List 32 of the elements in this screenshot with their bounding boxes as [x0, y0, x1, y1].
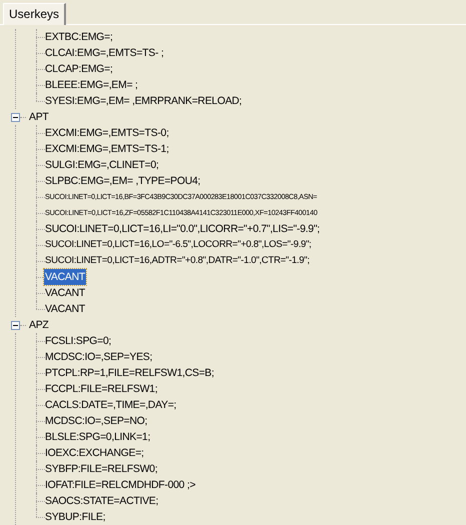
tree-item[interactable]: VACANT — [44, 285, 86, 301]
collapse-icon[interactable] — [11, 320, 20, 330]
tree-item[interactable]: IOEXC:EXCHANGE=; — [44, 445, 145, 461]
tree-item[interactable]: CACLS:DATE=,TIME=,DAY=; — [44, 397, 178, 413]
tree-item[interactable]: VACANT — [44, 301, 86, 317]
tree-item[interactable]: BLSLE:SPG=0,LINK=1; — [44, 429, 152, 445]
tree-item[interactable]: SUCOI:LINET=0,LICT=16,LI="0.0",LICORR="+0.7",LIS="-9.9"; — [44, 221, 321, 237]
tree-item[interactable]: MCDSC:IO=,SEP=YES; — [44, 349, 154, 365]
tree-item[interactable]: SYBUP:FILE; — [44, 509, 106, 525]
collapse-icon[interactable] — [11, 112, 20, 122]
tree-item[interactable]: SULGI:EMG=,CLINET=0; — [44, 157, 160, 173]
tree-item[interactable]: SUCOI:LINET=0,LICT=16,ADTR="+0.8",DATR="-1.0",CTR="-1.9"; — [44, 253, 310, 269]
tree-item[interactable]: EXTBC:EMG=; — [44, 29, 114, 45]
tree-item[interactable]: SUCOI:LINET=0,LICT=16,LO="-6.5",LOCORR="+0.8",LOS="-9.9"; — [44, 237, 312, 253]
tree-item[interactable]: CLCAI:EMG=,EMTS=TS- ; — [44, 45, 165, 61]
tree-item[interactable]: EXCMI:EMG=,EMTS=TS-1; — [44, 141, 170, 157]
tree-item[interactable]: IOFAT:FILE=RELCMDHDF-000 ;> — [44, 477, 196, 493]
tree-item[interactable]: MCDSC:IO=,SEP=NO; — [44, 413, 148, 429]
tree-item[interactable]: BLEEE:EMG=,EM= ; — [44, 77, 139, 93]
tree-item[interactable]: FCSLI:SPG=0; — [44, 333, 112, 349]
tree-item[interactable]: SLPBC:EMG=,EM= ,TYPE=POU4; — [44, 173, 202, 189]
tree-item[interactable]: SAOCS:STATE=ACTIVE; — [44, 493, 160, 509]
tree-item[interactable]: SYESI:EMG=,EM= ,EMRPRANK=RELOAD; — [44, 93, 243, 109]
tree-group-label[interactable]: APT — [28, 109, 50, 125]
tree-item[interactable]: PTCPL:RP=1,FILE=RELFSW1,CS=B; — [44, 365, 215, 381]
tree-group-label[interactable]: APZ — [28, 317, 50, 333]
tree-item[interactable]: EXCMI:EMG=,EMTS=TS-0; — [44, 125, 170, 141]
tree-item[interactable]: SYBFP:FILE=RELFSW0; — [44, 461, 158, 477]
tab[interactable]: Userkeys — [3, 3, 66, 25]
tree-item[interactable]: VACANT — [44, 269, 86, 285]
tree-item[interactable]: CLCAP:EMG=; — [44, 61, 114, 77]
tree-item[interactable]: FCCPL:FILE=RELFSW1; — [44, 381, 158, 397]
